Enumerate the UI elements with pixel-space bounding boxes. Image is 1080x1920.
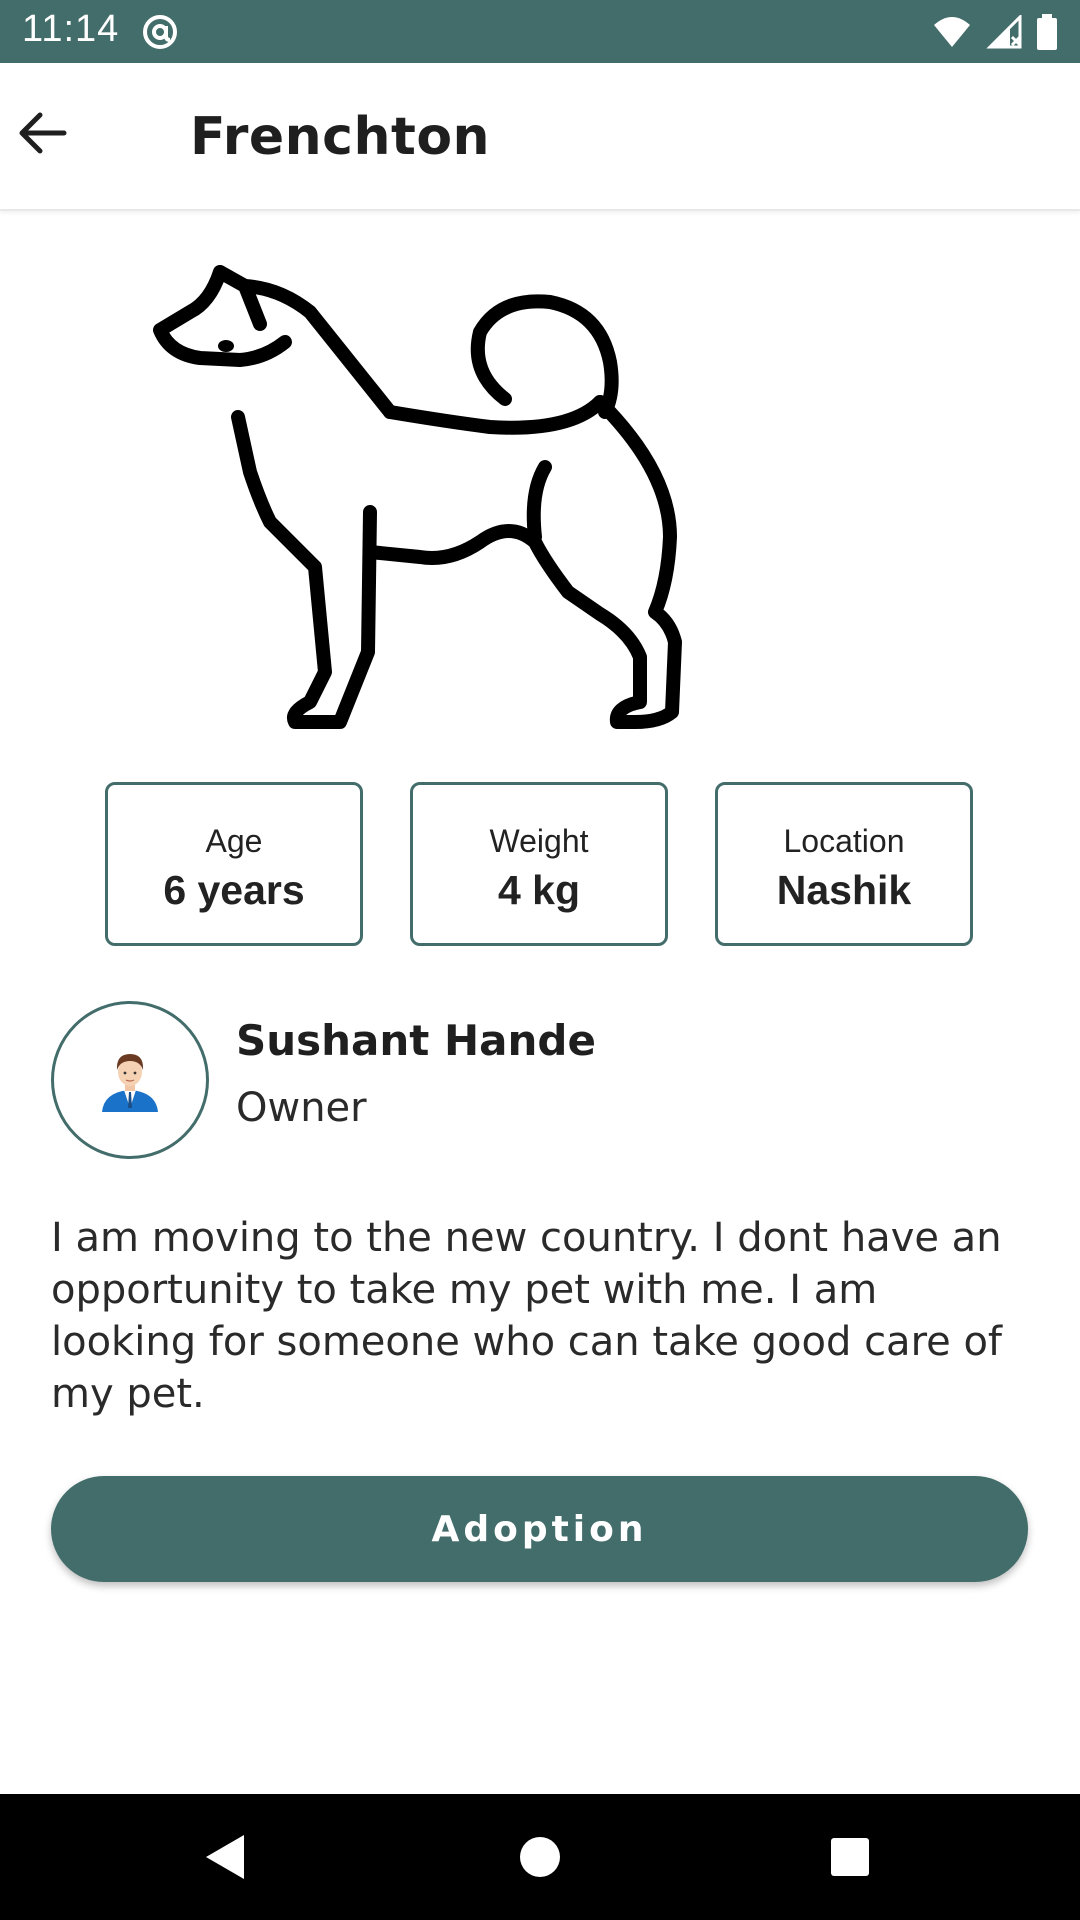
stat-value: Nashik: [776, 867, 912, 913]
page-title: Frenchton: [190, 107, 491, 167]
stat-label: Weight: [489, 823, 589, 859]
status-bar: 11:14: [0, 0, 1080, 63]
dog-illustration: [153, 265, 682, 729]
stat-label: Age: [205, 823, 263, 859]
at-sign-icon: [143, 15, 177, 49]
system-nav-bar: [0, 1794, 1080, 1920]
home-circle-icon[interactable]: [510, 1827, 570, 1887]
pet-description: I am moving to the new country. I dont h…: [51, 1215, 1003, 1417]
stat-label: Location: [783, 823, 905, 859]
stat-card-location: Location Nashik: [715, 782, 973, 946]
app-bar: Frenchton: [0, 63, 1080, 211]
stat-card-age: Age 6 years: [105, 782, 363, 946]
recents-square-icon[interactable]: [820, 1827, 880, 1887]
signal-icon: [986, 15, 1022, 49]
person-avatar-icon: [102, 1054, 158, 1112]
owner-role: Owner: [236, 1085, 367, 1131]
back-triangle-icon[interactable]: [196, 1827, 256, 1887]
arrow-left-icon[interactable]: [14, 103, 74, 163]
adoption-button[interactable]: Adoption: [51, 1476, 1028, 1582]
owner-name: Sushant Hande: [236, 1016, 596, 1065]
battery-icon: [1037, 14, 1057, 50]
stat-card-weight: Weight 4 kg: [410, 782, 668, 946]
status-icons: [932, 12, 1058, 52]
wifi-icon: [934, 17, 970, 47]
status-time: 11:14: [22, 8, 120, 50]
owner-avatar: [51, 1001, 209, 1159]
stat-value: 4 kg: [497, 867, 581, 913]
stat-value: 6 years: [163, 867, 305, 913]
